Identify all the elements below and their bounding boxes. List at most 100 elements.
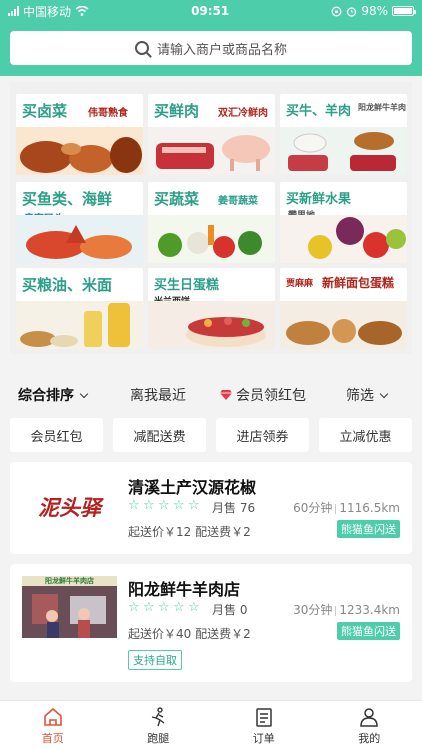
birthday-cake-image (148, 301, 275, 349)
star-icon: ☆ (143, 600, 155, 615)
category-subtitle: 双汇冷鲜肉 (218, 108, 268, 119)
delivery-fee: 配送费￥2 (195, 525, 251, 539)
sort-nearest-label: 离我最近 (130, 388, 186, 404)
category-seafood[interactable]: 买鱼类、海鲜 皇家码头 (16, 182, 143, 263)
store-logo-text: 泥头驿 (38, 495, 101, 520)
category-title: 买新鲜水果 (286, 192, 352, 207)
rotation-lock-icon (331, 6, 342, 16)
signal-icon (8, 6, 19, 16)
tab-mine[interactable]: 我的 (317, 701, 422, 750)
category-grain-oil[interactable]: 买粮油、米面 (16, 268, 143, 349)
store-logo: 泥头驿 (22, 476, 117, 538)
sort-bar: 综合排序 离我最近 会员领红包 筛选 (0, 378, 422, 412)
tab-label: 首页 (41, 731, 64, 745)
battery-percent: 98% (361, 4, 388, 18)
tab-label: 我的 (358, 731, 381, 745)
category-birthday-cake[interactable]: 买生日蛋糕 米兰西饼 (148, 268, 275, 349)
chip-member-packet[interactable]: 会员红包 (10, 418, 103, 452)
member-packet-button[interactable]: 会员领红包 (220, 385, 306, 405)
star-icon: ☆ (128, 600, 140, 615)
store-card[interactable]: 泥头驿 清溪土产汉源花椒 ☆ ☆ ☆ ☆ ☆ 月售 76 60分钟 1116.5k… (10, 462, 412, 554)
tab-orders[interactable]: 订单 (211, 701, 317, 750)
category-title: 买卤菜 (22, 102, 68, 120)
store-card[interactable]: 阳龙鲜牛羊肉店 阳龙鲜牛羊肉店 ☆ ☆ ☆ ☆ ☆ 月售 0 30分钟 1233.… (10, 564, 412, 682)
fees: 起送价￥40 配送费￥2 (128, 625, 251, 642)
status-bar: 中国移动 09:51 98% (0, 0, 422, 22)
beef-mutton-image (280, 127, 407, 175)
category-title: 买鱼类、海鲜 (22, 190, 113, 208)
braised-food-image (16, 127, 143, 175)
order-icon (256, 707, 272, 727)
category-fresh-meat[interactable]: 买鲜肉 双汇冷鲜肉 (148, 94, 275, 175)
category-grid: 买卤菜 伟哥熟食 买鲜肉 双汇冷鲜肉 买牛、羊肉 阳龙鲜牛羊肉 买鱼类、海鲜 买… (10, 82, 412, 354)
chevron-down-icon (379, 389, 389, 398)
filter-chips: 会员红包 减配送费 进店领券 立减优惠 (10, 418, 412, 452)
star-icon: ☆ (188, 498, 200, 513)
category-subtitle: 姜哥蔬菜 (218, 196, 258, 207)
sort-comprehensive-label: 综合排序 (18, 388, 74, 404)
category-title: 买粮油、米面 (22, 276, 113, 294)
distance: 1233.4km (339, 603, 400, 617)
vegetables-image (148, 215, 275, 263)
carrier: 中国移动 (23, 4, 72, 19)
filter-label: 筛选 (346, 388, 374, 404)
bread-image (280, 301, 407, 349)
fruits-image (280, 215, 407, 263)
sort-comprehensive[interactable]: 综合排序 (18, 385, 89, 405)
search-placeholder: 请输入商户或商品名称 (156, 42, 287, 58)
runner-icon (152, 706, 165, 726)
fees: 起送价￥12 配送费￥2 (128, 523, 251, 540)
fresh-meat-image (148, 127, 275, 175)
delivery-badge: 熊猫鱼闪送 (337, 520, 400, 538)
category-subtitle: 阳龙鲜牛羊肉 (358, 103, 406, 112)
delivery-time: 60分钟 (293, 501, 333, 515)
tab-home[interactable]: 首页 (0, 701, 106, 750)
min-order: 起送价￥12 (128, 525, 192, 539)
chip-instant-discount[interactable]: 立减优惠 (319, 418, 412, 452)
tab-bar: 首页 跑腿 订单 我的 (0, 700, 422, 750)
star-icon: ☆ (173, 498, 185, 513)
category-subtitle: 伟哥熟食 (88, 108, 128, 119)
delivery-badge: 熊猫鱼闪送 (337, 622, 400, 640)
category-title: 新鲜面包蛋糕 (322, 276, 395, 290)
time-distance: 60分钟 1116.5km (293, 499, 400, 516)
category-beef-mutton[interactable]: 买牛、羊肉 阳龙鲜牛羊肉 (280, 94, 407, 175)
category-subtitle: 贾麻麻 (286, 279, 314, 289)
category-vegetables[interactable]: 买蔬菜 姜哥蔬菜 (148, 182, 275, 263)
pickup-badge: 支持自取 (128, 650, 182, 670)
monthly-sales: 月售 76 (212, 501, 256, 515)
clock: 09:51 (191, 4, 230, 18)
store-logo: 阳龙鲜牛羊肉店 (22, 576, 117, 638)
category-title: 买鲜肉 (154, 102, 200, 120)
tab-label: 跑腿 (147, 731, 170, 745)
filter-button[interactable]: 筛选 (346, 385, 389, 405)
alarm-icon (347, 6, 357, 17)
member-packet-label: 会员领红包 (236, 388, 306, 404)
tab-label: 订单 (252, 731, 275, 745)
star-icon: ☆ (158, 600, 170, 615)
rating-stars: ☆ ☆ ☆ ☆ ☆ (128, 600, 200, 615)
category-title: 买生日蛋糕 (154, 278, 220, 293)
category-braised[interactable]: 买卤菜 伟哥熟食 (16, 94, 143, 175)
rating-stars: ☆ ☆ ☆ ☆ ☆ (128, 498, 200, 513)
grain-oil-image (16, 301, 143, 349)
sort-nearest[interactable]: 离我最近 (130, 385, 186, 405)
diamond-icon (220, 390, 232, 400)
monthly-sales: 月售 0 (212, 603, 248, 617)
battery-icon (391, 6, 416, 16)
chip-store-coupon[interactable]: 进店领券 (216, 418, 309, 452)
home-icon (43, 707, 62, 726)
store-logo-text: 阳龙鲜牛羊肉店 (45, 577, 94, 585)
search-input[interactable]: 请输入商户或商品名称 (10, 31, 412, 65)
distance: 1116.5km (339, 501, 400, 515)
category-bread[interactable]: 新鲜面包蛋糕 贾麻麻 (280, 268, 407, 349)
chevron-down-icon (79, 389, 89, 398)
category-fruits[interactable]: 买新鲜水果 攀果地 (280, 182, 407, 263)
star-icon: ☆ (188, 600, 200, 615)
category-title: 买蔬菜 (154, 190, 200, 208)
search-icon (134, 41, 149, 55)
chip-reduce-delivery-fee[interactable]: 减配送费 (113, 418, 206, 452)
store-name: 阳龙鲜牛羊肉店 (128, 580, 241, 599)
user-icon (360, 707, 379, 727)
tab-errand[interactable]: 跑腿 (106, 701, 212, 750)
